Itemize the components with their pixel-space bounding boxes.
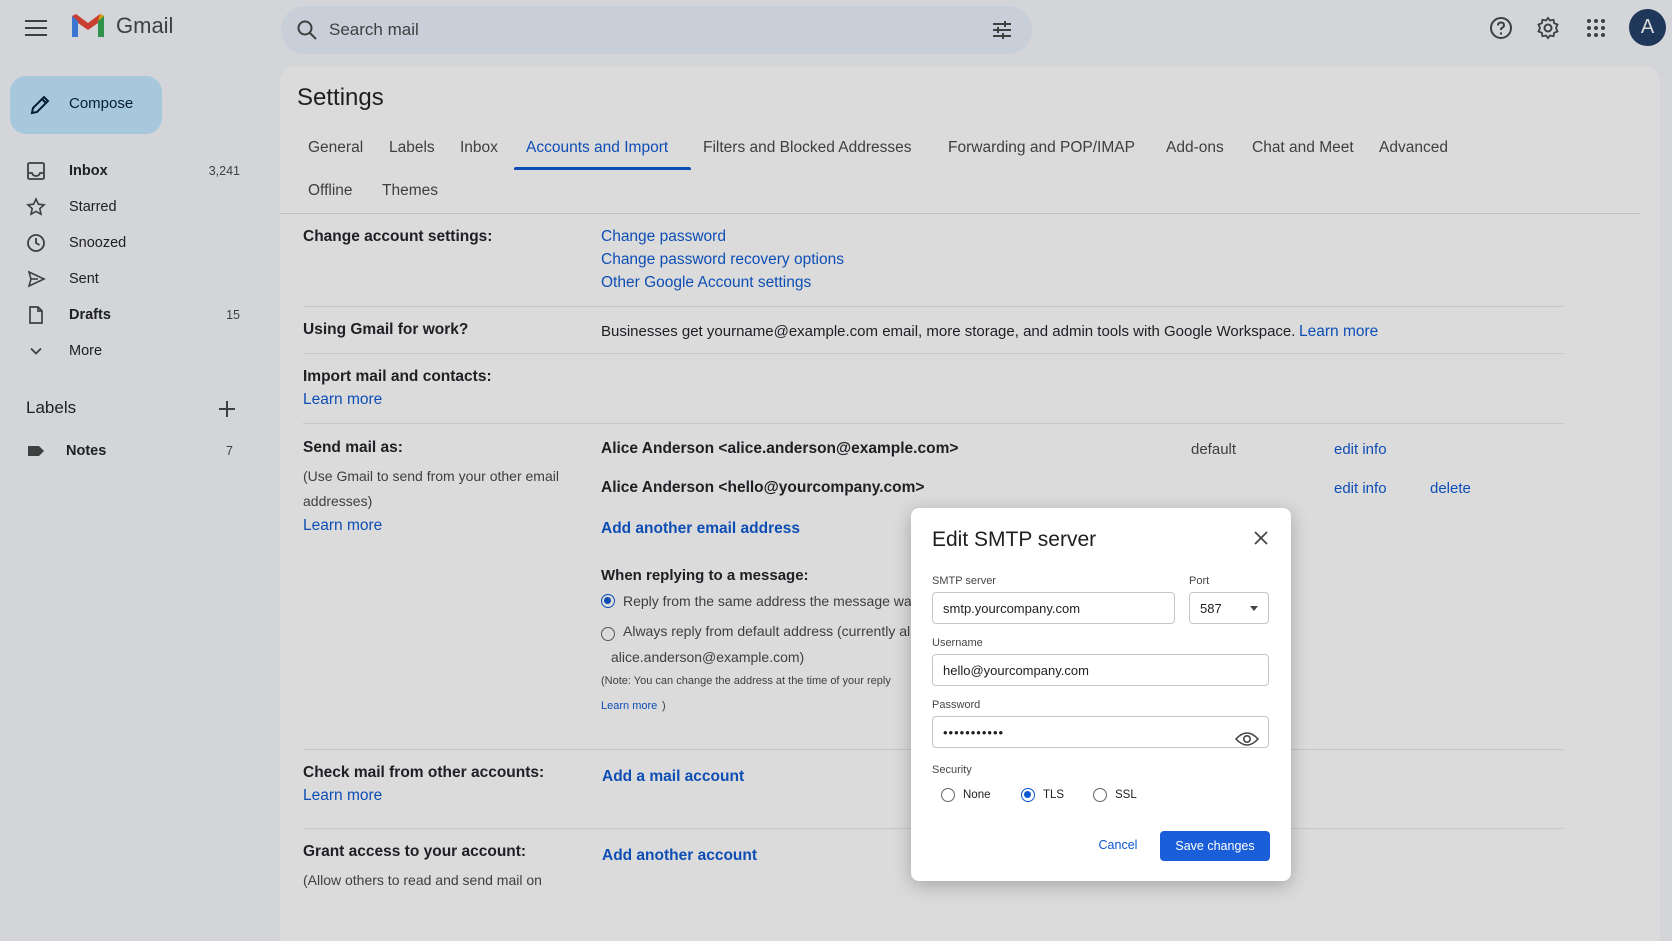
smtp-server-input[interactable]	[932, 592, 1175, 624]
dropdown-arrow-icon	[1250, 606, 1258, 611]
security-option-tls[interactable]: TLS	[1021, 788, 1064, 802]
security-none-label: None	[963, 789, 991, 801]
cancel-button[interactable]: Cancel	[1088, 831, 1148, 859]
password-label: Password	[932, 699, 981, 711]
security-tls-label: TLS	[1043, 789, 1065, 801]
port-select[interactable]: 587	[1189, 592, 1269, 624]
security-ssl-label: SSL	[1115, 789, 1137, 801]
username-label: Username	[932, 637, 983, 649]
security-tls-radio[interactable]	[1021, 788, 1035, 802]
security-ssl-radio[interactable]	[1093, 788, 1107, 802]
dialog-title: Edit SMTP server	[932, 528, 1097, 551]
edit-smtp-dialog: Edit SMTP server SMTP server Port 587 Us…	[911, 508, 1291, 881]
security-option-none[interactable]: None	[941, 788, 991, 802]
port-value: 587	[1200, 601, 1222, 616]
security-option-ssl[interactable]: SSL	[1093, 788, 1137, 802]
save-changes-button[interactable]: Save changes	[1160, 831, 1270, 861]
show-password-icon[interactable]	[1235, 731, 1259, 747]
close-icon[interactable]	[1251, 528, 1271, 548]
port-label: Port	[1189, 575, 1210, 587]
username-input[interactable]	[932, 654, 1269, 686]
smtp-server-label: SMTP server	[932, 575, 996, 587]
security-label: Security	[932, 764, 972, 776]
password-input[interactable]: •••••••••••	[932, 716, 1269, 748]
security-none-radio[interactable]	[941, 788, 955, 802]
modal-backdrop[interactable]	[0, 0, 1672, 941]
